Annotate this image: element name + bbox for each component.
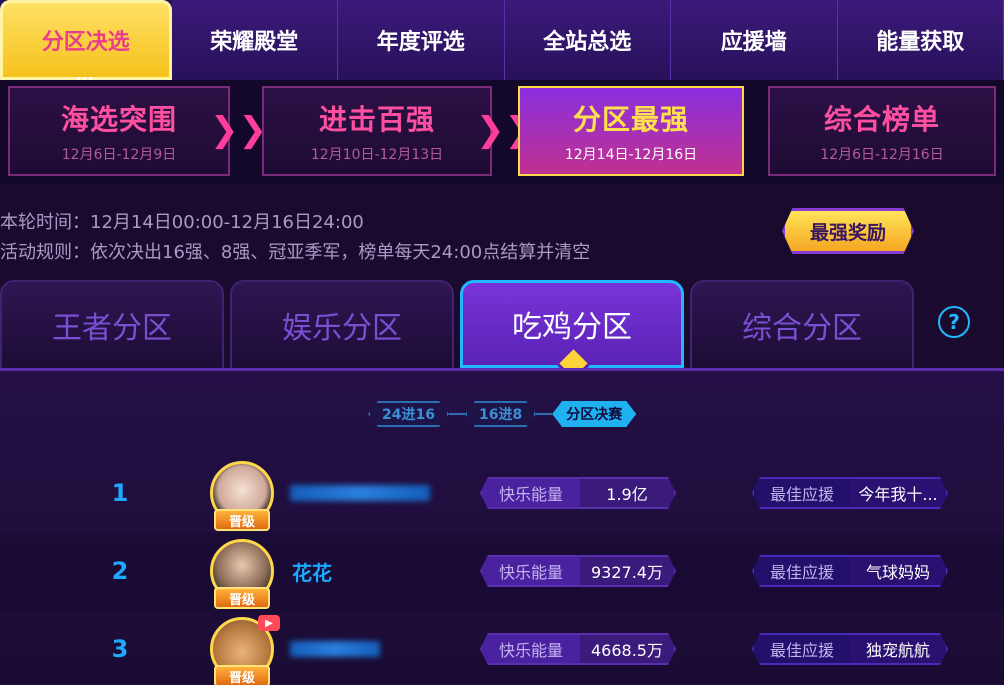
tab-general-zone[interactable]: 综合分区 [690,280,914,368]
support-label: 最佳应援 [754,635,850,663]
live-camera-icon: ▶ [258,615,280,631]
round-time: 本轮时间：12月14日00:00-12月16日24:00 [0,212,364,233]
stage-zone-final[interactable]: 分区决赛 [552,401,636,427]
support-value: 独宠航航 [865,641,930,660]
rank-number: 2 [111,557,129,585]
ranking-row: 3 ▶ 晋级 快乐能量 4668.5万 最佳应援 独宠航航 [0,611,1004,685]
phase-strongest[interactable]: 分区最强 12月14日-12月16日 [518,86,744,176]
stage-24-to-16[interactable]: 24进16 [368,401,449,427]
help-icon[interactable]: ? [938,306,970,338]
streamer-name[interactable] [290,485,430,501]
support-label: 最佳应援 [754,479,850,507]
phase-title: 分区最强 [572,103,689,136]
chevron-right-icon: ❯❯ [210,110,267,150]
advance-badge: 晋级 [214,509,270,531]
energy-value: 9327.4万 [591,563,663,582]
support-value: 今年我十... [858,485,938,504]
energy-label: 快乐能量 [482,479,580,507]
stage-selector: 24进16 16进8 分区决赛 [368,401,636,427]
phase-title: 进击百强 [318,103,435,136]
phase-date: 12月14日-12月16日 [564,147,698,163]
tab-energy[interactable]: 能量获取 [837,0,1004,80]
phase-title: 综合榜单 [823,103,940,136]
tab-support-wall[interactable]: 应援墙 [671,0,838,80]
support-box[interactable]: 最佳应援 气球妈妈 [752,555,948,587]
rules-text: 活动规则：依次决出16强、8强、冠亚季军，榜单每天24:00点结算并清空 [0,242,591,263]
tab-site-selection[interactable]: 全站总选 [504,0,671,80]
energy-box: 快乐能量 4668.5万 [480,633,676,665]
support-label: 最佳应援 [754,557,850,585]
phase-date: 12月6日-12月16日 [820,147,944,163]
advance-badge: 晋级 [214,587,270,609]
stage-connector [448,413,465,415]
ranking-row: 1 晋级 快乐能量 1.9亿 最佳应援 今年我十... [0,455,1004,533]
energy-label: 快乐能量 [482,557,580,585]
tab-annual-selection[interactable]: 年度评选 [338,0,505,80]
phase-overall[interactable]: 综合榜单 12月6日-12月16日 [768,86,996,176]
reward-button[interactable]: 最强奖励 [782,208,914,254]
tab-king-zone[interactable]: 王者分区 [0,280,224,368]
energy-box: 快乐能量 1.9亿 [480,477,676,509]
advance-badge: 晋级 [214,665,270,685]
energy-box: 快乐能量 9327.4万 [480,555,676,587]
tab-entertainment-zone[interactable]: 娱乐分区 [230,280,454,368]
tab-hall-of-fame[interactable]: 荣耀殿堂 [171,0,338,80]
phase-date: 12月6日-12月9日 [61,147,177,163]
phase-top100[interactable]: 进击百强 12月10日-12月13日 [262,86,492,176]
stage-16-to-8[interactable]: 16进8 [465,401,536,427]
top-nav: 分区决选 荣耀殿堂 年度评选 全站总选 应援墙 能量获取 [0,0,1004,85]
rank-number: 1 [111,479,129,507]
phase-bar: 海选突围 12月6日-12月9日 ❯❯ 进击百强 12月10日-12月13日 ❯… [0,80,1004,184]
rank-number: 3 [111,635,129,663]
tab-pubg-zone[interactable]: 吃鸡分区 [460,280,684,368]
phase-date: 12月10日-12月13日 [310,147,444,163]
tab-zone-final[interactable]: 分区决选 [0,0,172,85]
support-box[interactable]: 最佳应援 独宠航航 [752,633,948,665]
support-value: 气球妈妈 [865,563,930,582]
ranking-row: 2 晋级 花花 快乐能量 9327.4万 最佳应援 气球妈妈 [0,533,1004,611]
energy-label: 快乐能量 [482,635,580,663]
stage-connector [536,413,553,415]
energy-value: 4668.5万 [591,641,663,660]
ranking-panel: 24进16 16进8 分区决赛 1 晋级 快乐能量 1.9亿 最佳应援 今年我十… [0,368,1004,685]
streamer-name[interactable]: 花花 [292,557,332,586]
streamer-name[interactable] [290,641,380,657]
support-box[interactable]: 最佳应援 今年我十... [752,477,948,509]
phase-audition[interactable]: 海选突围 12月6日-12月9日 [8,86,230,176]
phase-title: 海选突围 [60,103,177,136]
energy-value: 1.9亿 [606,485,648,504]
